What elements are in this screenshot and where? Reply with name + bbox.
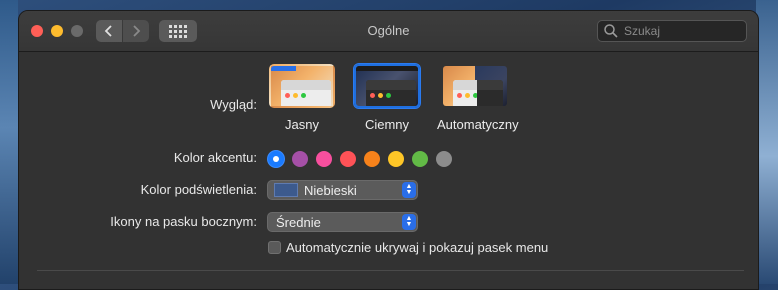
preferences-window: Ogólne Wygląd: Jasny Ciemny [18, 10, 759, 290]
accent-color-green[interactable] [412, 151, 428, 167]
section-divider [37, 270, 744, 271]
light-theme-thumbnail[interactable] [269, 64, 335, 108]
accent-color-red[interactable] [340, 151, 356, 167]
menubar-autohide-label[interactable]: Automatycznie ukrywaj i pokazuj pasek me… [286, 240, 548, 255]
highlight-color-popup[interactable]: Niebieski ▲ ▼ [267, 180, 418, 200]
dark-theme-thumbnail[interactable] [354, 64, 420, 108]
desktop-background-right [756, 0, 778, 284]
highlight-color-swatch [274, 183, 298, 197]
theme-name-light: Jasny [285, 117, 319, 132]
theme-name-dark: Ciemny [364, 117, 410, 132]
accent-color-label: Kolor akcentu: [173, 150, 257, 165]
theme-option-light[interactable]: Jasny [266, 64, 338, 132]
accent-color-pink[interactable] [316, 151, 332, 167]
popup-stepper-icon: ▲ ▼ [402, 214, 416, 230]
highlight-color-value: Niebieski [304, 182, 357, 198]
accent-color-graphite[interactable] [436, 151, 452, 167]
search-icon [604, 24, 618, 38]
accent-color-yellow[interactable] [388, 151, 404, 167]
accent-color-picker [268, 151, 452, 167]
accent-color-blue[interactable] [268, 151, 284, 167]
theme-option-auto[interactable]: Automatyczny [437, 64, 519, 132]
theme-name-auto: Automatyczny [437, 117, 519, 132]
title-bar: Ogólne [19, 11, 758, 52]
sidebar-icon-size-value: Średnie [276, 214, 321, 230]
menubar-autohide-checkbox[interactable] [268, 241, 281, 254]
theme-option-dark[interactable]: Ciemny [351, 64, 423, 132]
search-input[interactable] [622, 23, 746, 39]
appearance-label: Wygląd: [210, 97, 257, 112]
sidebar-icon-size-label: Ikony na pasku bocznym: [110, 214, 257, 229]
popup-stepper-icon: ▲ ▼ [402, 182, 416, 198]
auto-theme-thumbnail[interactable] [441, 64, 509, 108]
sidebar-icon-size-popup[interactable]: Średnie ▲ ▼ [267, 212, 418, 232]
accent-color-purple[interactable] [292, 151, 308, 167]
desktop-background-left [0, 0, 18, 284]
search-field[interactable] [597, 20, 747, 42]
accent-color-orange[interactable] [364, 151, 380, 167]
highlight-color-label: Kolor podświetlenia: [140, 182, 257, 197]
